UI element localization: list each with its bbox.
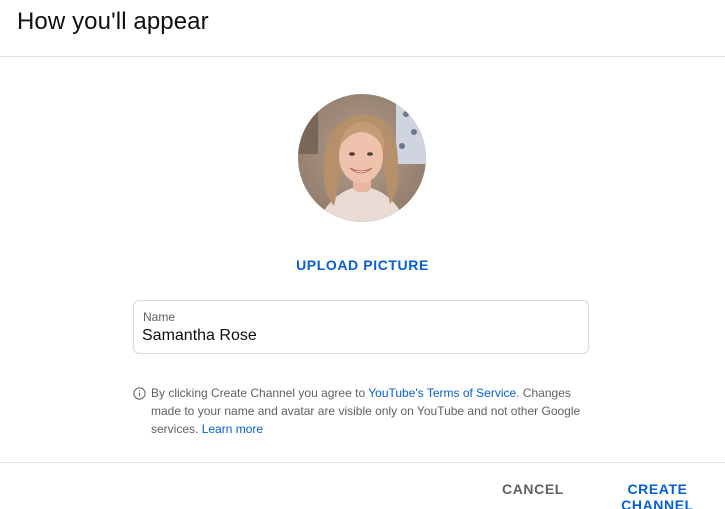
header-divider (0, 56, 725, 57)
dialog-title: How you'll appear (17, 8, 209, 35)
learn-more-link[interactable]: Learn more (202, 422, 263, 436)
footer-divider (0, 462, 725, 463)
create-channel-button[interactable]: CREATE CHANNEL (590, 481, 725, 509)
cancel-button[interactable]: CANCEL (502, 481, 564, 497)
terms-of-service-link[interactable]: YouTube's Terms of Service (368, 386, 516, 400)
name-field[interactable]: Name (133, 300, 589, 354)
info-icon (133, 387, 146, 400)
name-field-label: Name (143, 310, 176, 324)
name-input[interactable] (142, 327, 572, 345)
notice-prefix: By clicking Create Channel you agree to (151, 386, 369, 400)
terms-notice: By clicking Create Channel you agree to … (151, 384, 591, 438)
avatar (298, 94, 426, 222)
upload-picture-link[interactable]: UPLOAD PICTURE (0, 257, 725, 273)
avatar-photo (298, 94, 426, 222)
create-channel-dialog: How you'll appear UPLOAD PICTURE Name Sa… (0, 0, 725, 509)
